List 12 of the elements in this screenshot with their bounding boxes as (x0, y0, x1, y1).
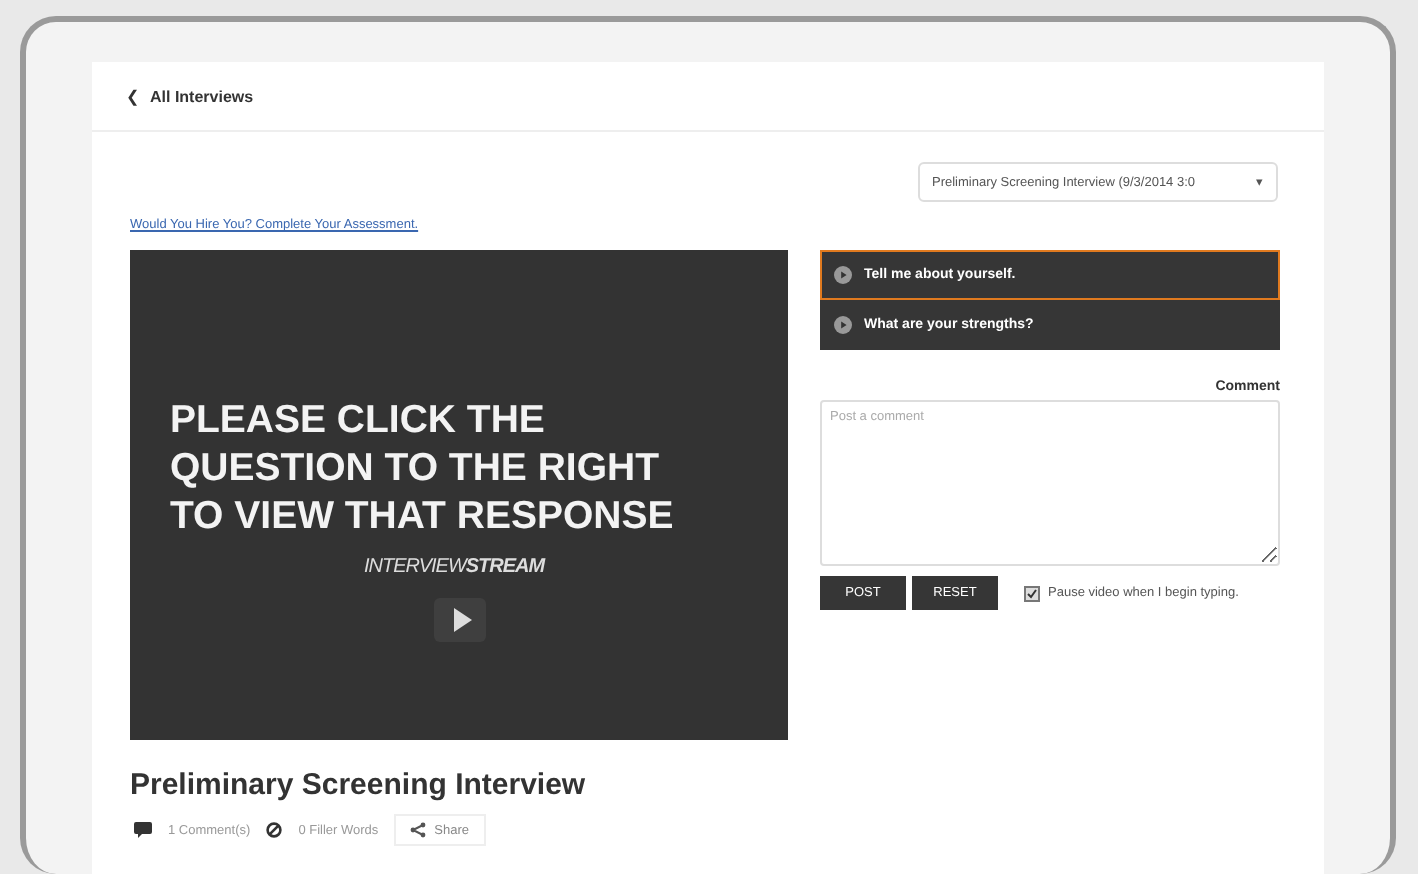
play-circle-icon (834, 316, 852, 334)
play-circle-icon (834, 266, 852, 284)
share-icon (410, 822, 427, 838)
video-message: PLEASE CLICK THE QUESTION TO THE RIGHT TO VIEW THAT RESPONSE (170, 396, 674, 540)
interview-title: Preliminary Screening Interview (130, 768, 588, 802)
video-logo: INTERVIEWSTREAM (364, 556, 548, 578)
play-icon[interactable] (434, 598, 486, 642)
back-link[interactable]: ❮ All Interviews (126, 87, 254, 105)
prohibited-icon (266, 822, 283, 838)
speech-bubble-icon (134, 822, 152, 838)
pause-checkbox[interactable] (1024, 585, 1040, 601)
video-player[interactable]: PLEASE CLICK THE QUESTION TO THE RIGHT TO VIEW THAT RESPONSE INTERVIEWSTREAM (130, 250, 788, 740)
